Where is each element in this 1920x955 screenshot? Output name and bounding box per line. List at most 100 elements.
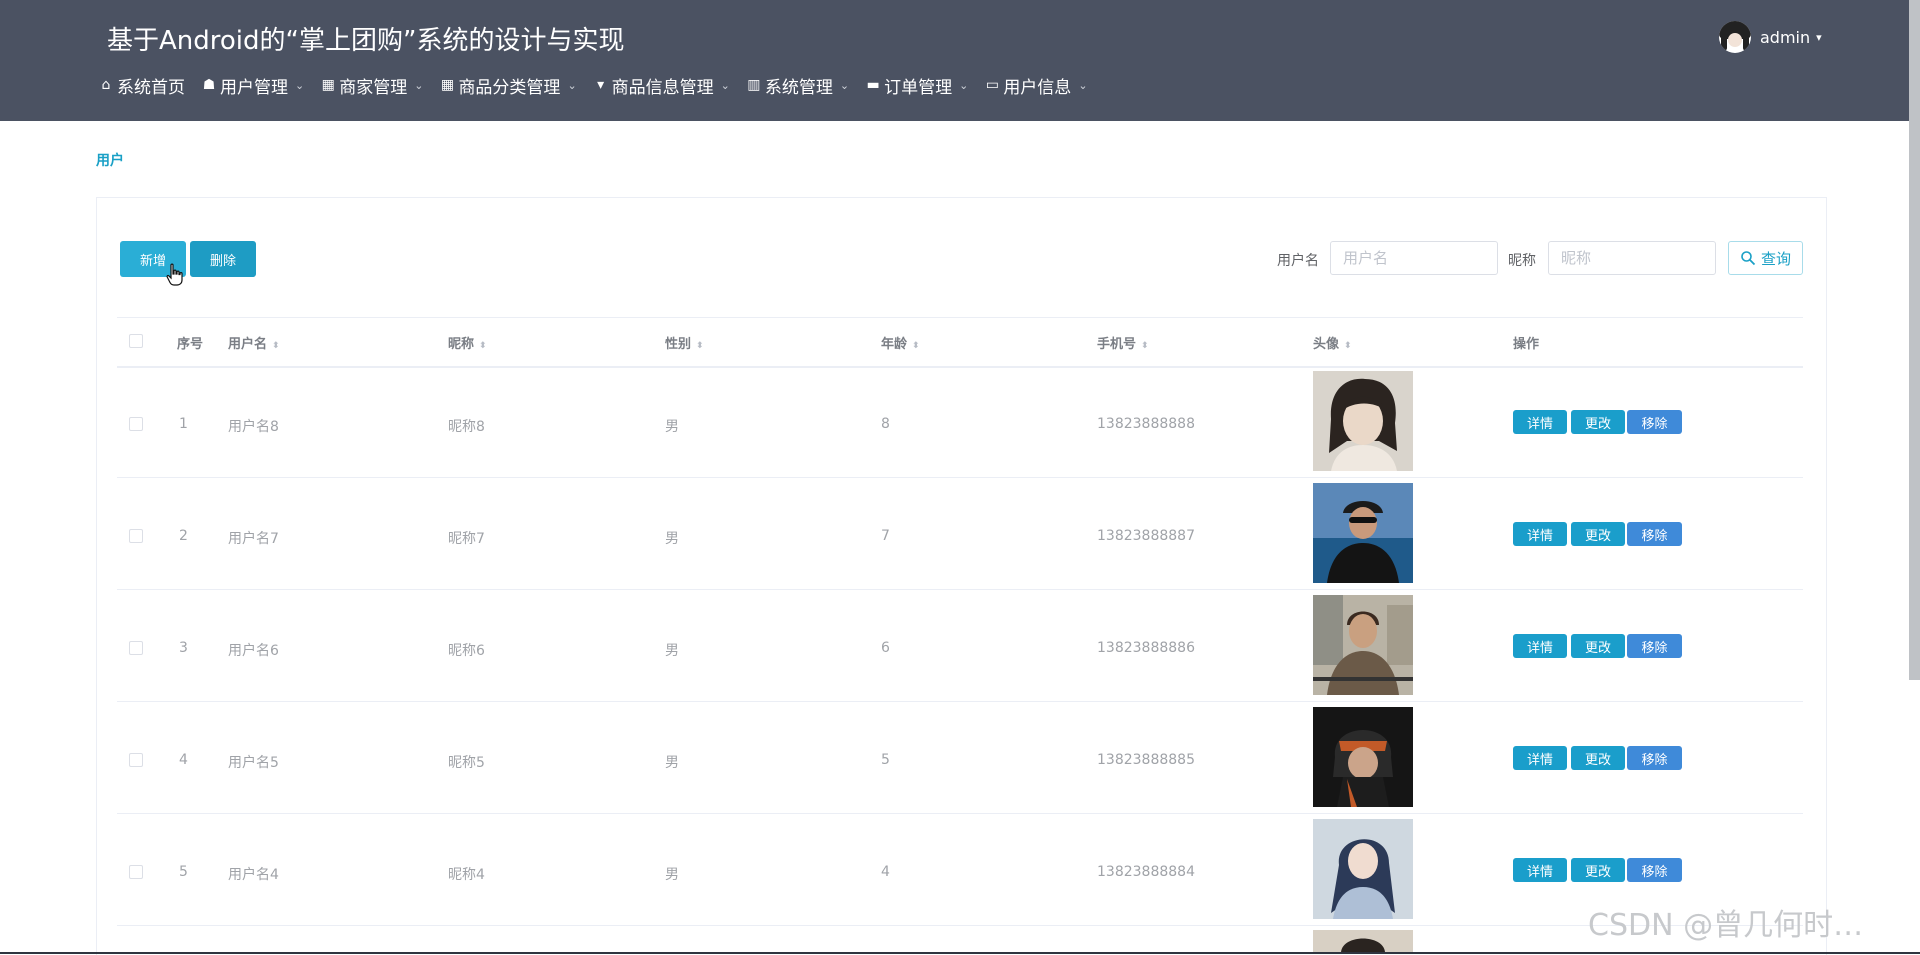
column-nickname[interactable]: 昵称 ⬍ (448, 333, 487, 352)
detail-button[interactable]: 详情 (1513, 746, 1567, 770)
column-phone[interactable]: 手机号 ⬍ (1097, 333, 1149, 352)
cell-age: 7 (881, 528, 890, 544)
detail-button[interactable]: 详情 (1513, 410, 1567, 434)
remove-button[interactable]: 移除 (1627, 410, 1682, 434)
query-label: 查询 (1760, 249, 1791, 268)
nav-item-category-management[interactable]: ▦ 商品分类管理 ⌄ (439, 73, 577, 98)
goods-icon: ▾ (597, 77, 605, 93)
chevron-down-icon: ⌄ (295, 78, 305, 92)
breadcrumb[interactable]: 用户 (96, 150, 124, 170)
cell-age: 8 (881, 416, 890, 432)
cell-nickname: 昵称6 (448, 643, 485, 659)
chevron-down-icon: ⌄ (720, 78, 730, 92)
cell-index: 4 (179, 752, 188, 768)
remove-button[interactable]: 移除 (1627, 858, 1682, 882)
column-age[interactable]: 年龄 ⬍ (881, 333, 920, 352)
vertical-scrollbar[interactable] (1909, 0, 1920, 680)
cell-gender: 男 (665, 643, 679, 659)
row-checkbox[interactable] (129, 641, 143, 655)
watermark: CSDN @曾几何时… (1588, 908, 1864, 943)
sort-icon[interactable]: ⬍ (696, 341, 704, 351)
table-header: 序号 用户名 ⬍ 昵称 ⬍ 性别 ⬍ 年龄 ⬍ 手机号 ⬍ 头像 ⬍ 操作 (117, 317, 1803, 368)
nav-item-system-management[interactable]: ▥ 系统管理 ⌄ (746, 73, 849, 98)
table-row: 3 用户名6 昵称6 男 6 13823888886 详情 更改 移除 (117, 590, 1803, 702)
sort-icon[interactable]: ⬍ (272, 341, 280, 351)
table-row: 1 用户名8 昵称8 男 8 13823888888 详情 更改 移除 (117, 366, 1803, 478)
hand-cursor-icon (166, 263, 183, 286)
avatar-photo[interactable] (1313, 819, 1413, 919)
nav-item-user-management[interactable]: ☗ 用户管理 ⌄ (201, 73, 305, 98)
cell-gender: 男 (665, 867, 679, 883)
avatar-photo[interactable] (1313, 930, 1413, 952)
nav-item-home[interactable]: ⌂ 系统首页 (98, 73, 185, 98)
cell-username: 用户名6 (228, 643, 279, 659)
cell-phone: 13823888886 (1097, 640, 1195, 656)
table-row: 4 用户名5 昵称5 男 5 13823888885 详情 更改 移除 (117, 702, 1803, 814)
avatar-photo[interactable] (1313, 595, 1413, 695)
cell-nickname: 昵称8 (448, 419, 485, 435)
cell-phone: 13823888884 (1097, 864, 1195, 880)
nav-label: 用户信息 (1003, 77, 1072, 98)
cell-nickname: 昵称4 (448, 867, 485, 883)
nav-item-goods-management[interactable]: ▾ 商品信息管理 ⌄ (593, 73, 730, 98)
chevron-down-icon: ⌄ (1078, 78, 1088, 92)
nickname-search-input[interactable] (1548, 241, 1716, 275)
row-checkbox[interactable] (129, 753, 143, 767)
edit-button[interactable]: 更改 (1571, 522, 1625, 546)
nav-label: 用户管理 (220, 77, 288, 98)
card-icon: ▭ (985, 77, 999, 93)
cell-index: 3 (179, 640, 188, 656)
edit-button[interactable]: 更改 (1571, 746, 1625, 770)
username-search-input[interactable] (1330, 241, 1498, 275)
home-icon: ⌂ (101, 77, 111, 93)
sort-icon[interactable]: ⬍ (479, 341, 487, 351)
edit-button[interactable]: 更改 (1571, 410, 1625, 434)
query-button[interactable]: 查询 (1728, 241, 1803, 275)
edit-button[interactable]: 更改 (1571, 858, 1625, 882)
cell-phone: 13823888888 (1097, 416, 1195, 432)
cell-age: 4 (881, 864, 890, 880)
sort-icon[interactable]: ⬍ (1141, 341, 1149, 351)
cell-index: 1 (179, 416, 188, 432)
detail-button[interactable]: 详情 (1513, 858, 1567, 882)
remove-button[interactable]: 移除 (1627, 634, 1682, 658)
column-username[interactable]: 用户名 ⬍ (228, 333, 280, 352)
select-all-checkbox[interactable] (129, 334, 143, 348)
avatar-photo[interactable] (1313, 707, 1413, 807)
row-checkbox[interactable] (129, 529, 143, 543)
cell-nickname: 昵称7 (448, 531, 485, 547)
main-nav: ⌂ 系统首页 ☗ 用户管理 ⌄ ▦ 商家管理 ⌄ ▦ 商品分类管理 ⌄ ▾ 商品… (98, 72, 1104, 98)
detail-button[interactable]: 详情 (1513, 522, 1567, 546)
column-avatar[interactable]: 头像 ⬍ (1313, 333, 1352, 352)
cell-age: 5 (881, 752, 890, 768)
row-checkbox[interactable] (129, 417, 143, 431)
cell-gender: 男 (665, 755, 679, 771)
row-checkbox[interactable] (129, 865, 143, 879)
nav-label: 系统首页 (117, 77, 185, 98)
nav-label: 商家管理 (339, 77, 408, 98)
site-title: 基于Android的“掌上团购”系统的设计与实现 (107, 26, 625, 56)
nav-item-order-management[interactable]: ▬ 订单管理 ⌄ (865, 73, 968, 98)
edit-button[interactable]: 更改 (1571, 634, 1625, 658)
cell-phone: 13823888887 (1097, 528, 1195, 544)
delete-button[interactable]: 删除 (190, 241, 256, 277)
caret-down-icon: ▾ (1816, 30, 1822, 44)
grid-icon: ▦ (321, 77, 335, 93)
avatar-photo[interactable] (1313, 483, 1413, 583)
user-menu[interactable]: admin ▾ (1719, 20, 1822, 54)
nav-item-user-info[interactable]: ▭ 用户信息 ⌄ (984, 73, 1088, 98)
nav-item-merchant-management[interactable]: ▦ 商家管理 ⌄ (320, 73, 424, 98)
cell-gender: 男 (665, 419, 679, 435)
sort-icon[interactable]: ⬍ (1344, 341, 1352, 351)
user-icon: ☗ (202, 77, 216, 93)
chevron-down-icon: ⌄ (959, 78, 969, 92)
avatar-photo[interactable] (1313, 371, 1413, 471)
detail-button[interactable]: 详情 (1513, 634, 1567, 658)
remove-button[interactable]: 移除 (1627, 746, 1682, 770)
sort-icon[interactable]: ⬍ (912, 341, 920, 351)
chevron-down-icon: ⌄ (839, 78, 850, 92)
column-gender[interactable]: 性别 ⬍ (665, 333, 704, 352)
remove-button[interactable]: 移除 (1627, 522, 1682, 546)
cell-username: 用户名7 (228, 531, 279, 547)
nav-label: 商品分类管理 (458, 77, 561, 98)
